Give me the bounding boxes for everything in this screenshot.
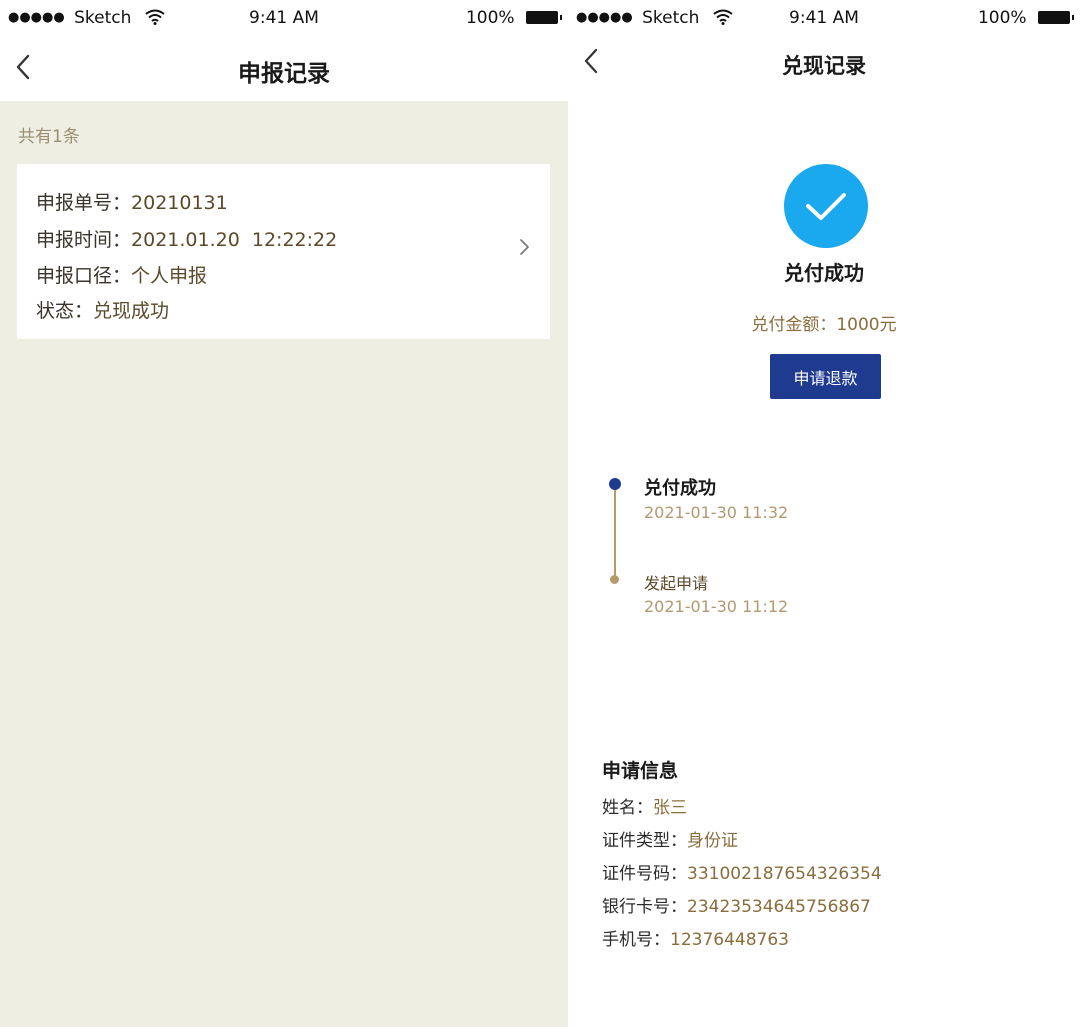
page-title: 申报记录 [238,61,330,87]
info-value: 23423534645756867 [687,897,871,917]
apply-refund-button[interactable]: 申请退款 [770,354,881,399]
info-label: 手机号： [602,930,670,950]
record-status-value: 兑现成功 [93,300,170,322]
info-section-title: 申请信息 [602,760,679,782]
info-row-id-number: 证件号码：331002187654326354 [602,859,882,884]
info-label: 姓名： [602,798,653,818]
record-time-row: 申报时间：2021.01.20 12:22:22 [36,225,337,252]
nav-bar: 兑现记录 [568,40,1080,98]
record-number-row: 申报单号：20210131 [36,188,228,215]
timeline-dot-active [609,478,621,490]
success-check-icon [784,164,868,248]
info-row-bank-card: 银行卡号：23423534645756867 [602,892,871,917]
record-status-row: 状态：兑现成功 [36,296,169,323]
record-count: 共有1条 [18,127,80,147]
info-value: 12376448763 [670,930,789,950]
header: ●●●●● Sketch 9:41 AM 100% [0,0,568,101]
timeline-step-time: 2021-01-30 11:32 [644,503,789,522]
battery-percent: 100% [465,8,515,28]
timeline-step-time: 2021-01-30 11:12 [644,597,789,616]
redemption-detail-screen: ●●●●● Sketch 9:41 AM 100% 兑现记录 兑付成功 兑付金额… [568,0,1080,1027]
info-row-phone: 手机号：12376448763 [602,925,789,950]
info-row-id-type: 证件类型：身份证 [602,826,738,851]
chevron-right-icon [520,239,529,255]
result-title: 兑付成功 [784,261,864,285]
status-right: 100% [465,8,562,28]
record-list-screen: ●●●●● Sketch 9:41 AM 100% 申报记录 共有1条 申报单号… [0,0,568,1027]
payout-amount: 兑付金额：1000元 [751,315,897,335]
info-label: 银行卡号： [602,897,687,917]
timeline-line [614,487,616,579]
battery-percent: 100% [977,8,1027,28]
battery-icon [526,11,562,24]
header: ●●●●● Sketch 9:41 AM 100% [568,0,1080,101]
record-time-value: 2021.01.20 12:22:22 [131,229,338,251]
record-number-value: 20210131 [131,192,228,214]
info-label: 证件类型： [602,831,687,851]
record-card[interactable]: 申报单号：20210131 申报时间：2021.01.20 12:22:22 申… [17,164,550,339]
timeline-step-title: 发起申请 [644,574,709,593]
info-value: 身份证 [687,831,738,851]
status-right: 100% [977,8,1074,28]
timeline-step-title: 兑付成功 [644,478,716,499]
info-value: 张三 [653,798,687,818]
status-bar: ●●●●● Sketch 9:41 AM 100% [568,0,1080,40]
info-label: 证件号码： [602,864,687,884]
timeline-dot [610,575,619,584]
record-scope-value: 个人申报 [131,265,208,287]
info-row-name: 姓名：张三 [602,793,687,818]
page-title: 兑现记录 [782,54,866,78]
nav-bar: 申报记录 [0,40,568,98]
record-number-label: 申报单号： [36,192,132,214]
status-bar: ●●●●● Sketch 9:41 AM 100% [0,0,568,40]
info-value: 331002187654326354 [687,864,882,884]
record-scope-label: 申报口径： [36,265,132,287]
record-status-label: 状态： [36,300,94,322]
battery-icon [1038,11,1074,24]
record-time-label: 申报时间： [36,229,132,251]
record-scope-row: 申报口径：个人申报 [36,261,207,288]
